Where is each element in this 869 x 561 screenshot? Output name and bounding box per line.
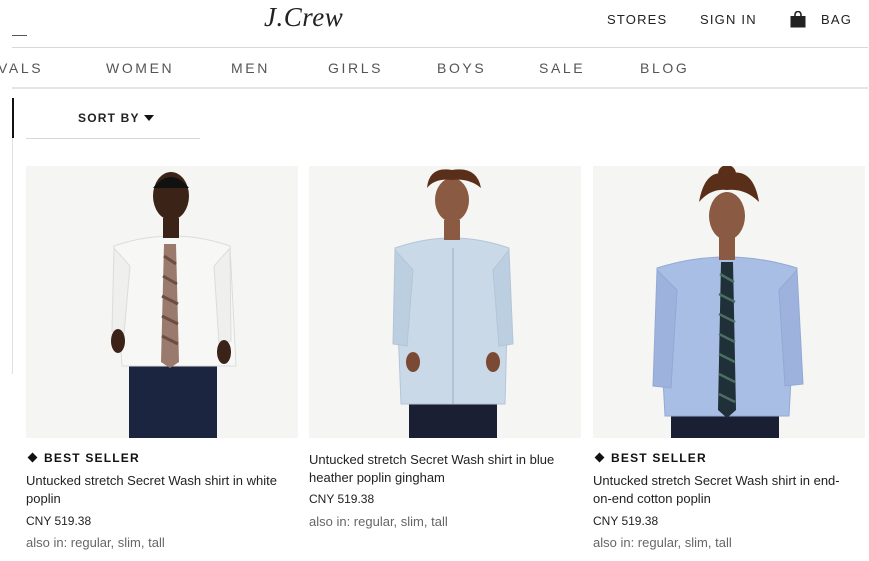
- product-name-line[interactable]: Untucked stretch Secret Wash shirt in en…: [593, 472, 855, 490]
- product-price: CNY 519.38: [26, 514, 92, 528]
- best-seller-badge: BEST SELLER: [26, 451, 140, 465]
- caret-down-icon[interactable]: [144, 115, 154, 121]
- product-name-line[interactable]: Untucked stretch Secret Wash shirt in wh…: [26, 472, 288, 490]
- diamond-icon: [27, 452, 38, 463]
- nav-item-girls[interactable]: GIRLS: [328, 60, 383, 76]
- product-image[interactable]: [26, 166, 298, 438]
- product-name-line[interactable]: poplin: [26, 490, 288, 508]
- filter-panel-edge[interactable]: [12, 98, 14, 138]
- product-variants[interactable]: also in: regular, slim, tall: [309, 514, 448, 529]
- product-name[interactable]: Untucked stretch Secret Wash shirt in wh…: [26, 472, 288, 508]
- product-price: CNY 519.38: [309, 492, 375, 506]
- badge-label: BEST SELLER: [611, 451, 707, 465]
- product-name-line[interactable]: heather poplin gingham: [309, 469, 571, 487]
- product-name[interactable]: Untucked stretch Secret Wash shirt in en…: [593, 472, 855, 508]
- bag-link[interactable]: BAG: [821, 12, 852, 27]
- product-name[interactable]: Untucked stretch Secret Wash shirt in bl…: [309, 451, 571, 487]
- nav-edge-line: [12, 35, 27, 36]
- product-price: CNY 519.38: [593, 514, 659, 528]
- badge-label: BEST SELLER: [44, 451, 140, 465]
- product-variants[interactable]: also in: regular, slim, tall: [26, 535, 165, 550]
- product-image[interactable]: [309, 166, 581, 438]
- sort-by-dropdown[interactable]: SORT BY: [78, 111, 140, 125]
- product-variants[interactable]: also in: regular, slim, tall: [593, 535, 732, 550]
- nav-divider: [12, 87, 868, 89]
- sort-underline: [26, 138, 200, 139]
- shopping-bag-icon[interactable]: [790, 11, 806, 28]
- header-divider: [12, 47, 868, 48]
- stores-link[interactable]: STORES: [607, 12, 667, 27]
- sign-in-link[interactable]: SIGN IN: [700, 12, 757, 27]
- product-name-line[interactable]: Untucked stretch Secret Wash shirt in bl…: [309, 451, 571, 469]
- nav-item-boys[interactable]: BOYS: [437, 60, 486, 76]
- nav-item-new-arrivals[interactable]: VALS: [0, 60, 43, 76]
- nav-item-blog[interactable]: BLOG: [640, 60, 689, 76]
- filter-panel-border: [12, 138, 13, 374]
- nav-item-sale[interactable]: SALE: [539, 60, 585, 76]
- jcrew-logo[interactable]: J.Crew: [264, 2, 344, 42]
- product-name-line[interactable]: on-end cotton poplin: [593, 490, 855, 508]
- nav-item-women[interactable]: WOMEN: [106, 60, 174, 76]
- best-seller-badge: BEST SELLER: [593, 451, 707, 465]
- nav-item-men[interactable]: MEN: [231, 60, 270, 76]
- diamond-icon: [594, 452, 605, 463]
- product-image[interactable]: [593, 166, 865, 438]
